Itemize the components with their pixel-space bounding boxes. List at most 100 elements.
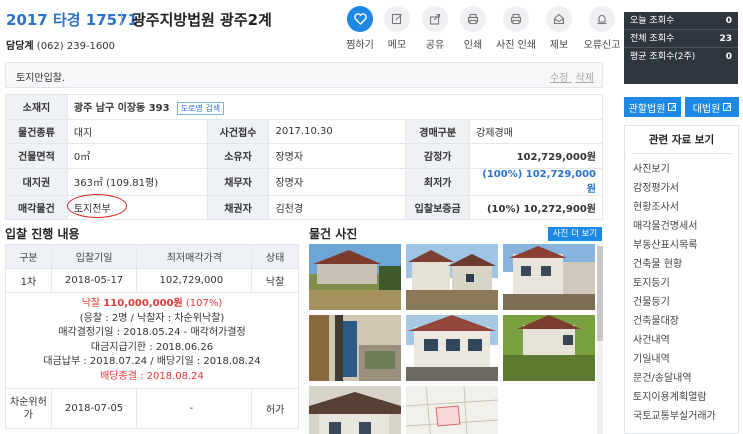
sale-object-value: 토지전부 [66, 193, 127, 218]
supreme-court-button[interactable]: 대법원 ↗ [685, 97, 739, 117]
related-link[interactable]: 국토교통부실거래가 [633, 407, 738, 426]
winning-bid-amount: 110,000,000원 [103, 298, 183, 309]
photo-print-button[interactable]: 사진 인쇄 [492, 6, 540, 51]
related-link[interactable]: 토지등기 [633, 274, 738, 293]
min-price-label: 최저가 [405, 167, 471, 196]
winning-bid-line: 낙찰 110,000,000원 (107%) [6, 297, 298, 312]
bldg-area-label: 건물면적 [5, 143, 68, 169]
bid-detail-row: 낙찰 110,000,000원 (107%) (응찰 : 2명 / 낙찰자 : … [5, 292, 299, 389]
related-link[interactable]: 사건내역 [633, 331, 738, 350]
print-label: 인쇄 [463, 40, 483, 51]
auction-kind-value: 강제경매 [469, 118, 603, 144]
photo-grid [309, 244, 595, 434]
memo-delete-link[interactable]: 삭제 [576, 73, 594, 84]
memo-label: 메모 [387, 40, 407, 51]
photo-print-icon [503, 6, 529, 32]
related-docs-list: 사진보기 감정평가서 현황조사서 매각물건명세서 부동산표시목록 건축물 현황 … [625, 154, 738, 426]
related-link[interactable]: 건축물대장 [633, 312, 738, 331]
bid-row-2-date: 2018-07-05 [50, 388, 138, 429]
land-right-value: 363㎡ (109.81평) [66, 167, 208, 196]
min-price-value: (100%) 102,729,000원 [469, 167, 603, 196]
court-site-label: 관할법원 [628, 103, 666, 115]
court-site-button[interactable]: 관할법원 ↗ [624, 97, 681, 117]
property-photo[interactable] [309, 386, 401, 434]
supreme-site-label: 대법원 [692, 103, 721, 115]
photo-scrollbar[interactable] [597, 244, 603, 434]
road-search-button[interactable]: 도로명 검색 [176, 101, 225, 115]
related-link[interactable]: 감정평가서 [633, 179, 738, 198]
favorite-button[interactable]: 찜하기 [342, 6, 378, 51]
share-button[interactable]: 공유 [416, 6, 454, 51]
creditor-value: 김천경 [268, 194, 407, 220]
sale-object-cell: 토지전부 [66, 193, 208, 220]
related-link[interactable]: 기일내역 [633, 350, 738, 369]
sale-object-label: 매각물건 [5, 194, 68, 220]
report-button[interactable]: 제보 [540, 6, 578, 51]
bid-row-1-status: 낙찰 [251, 268, 299, 293]
property-map-image[interactable] [406, 386, 498, 434]
related-link[interactable]: 건축물 현황 [633, 255, 738, 274]
memo-edit-link[interactable]: 수정 [550, 73, 568, 84]
property-photo[interactable] [309, 244, 401, 310]
bid-col-status: 상태 [251, 244, 299, 269]
related-link[interactable]: 부동산표시목록 [633, 236, 738, 255]
bid-history-title: 입찰 진행 내용 [5, 227, 80, 241]
photo-scrollbar-thumb[interactable] [597, 246, 603, 341]
related-link[interactable]: 건물등기 [633, 293, 738, 312]
title-divider [121, 12, 122, 26]
memo-text: 토지만입찰. [16, 73, 66, 84]
memo-button[interactable]: 메모 [378, 6, 416, 51]
print-button[interactable]: 인쇄 [454, 6, 492, 51]
favorite-label: 찜하기 [346, 40, 374, 51]
filed-label: 사건접수 [206, 118, 270, 144]
info-row-land: 대지권 363㎡ (109.81평) 채무자 장명자 최저가 (100%) 10… [5, 167, 603, 196]
external-link-icon: ↗ [723, 103, 732, 112]
property-photo[interactable] [503, 315, 595, 381]
related-link[interactable]: 문건/송달내역 [633, 369, 738, 388]
info-row-type: 물건종류 대지 사건접수 2017.10.30 경매구분 강제경매 [5, 118, 603, 144]
creditor-label: 채권자 [206, 194, 270, 220]
share-label: 공유 [425, 40, 445, 51]
related-docs-title: 관련 자료 보기 [631, 126, 732, 154]
stat-total: 전체 조회수 23 [624, 30, 738, 48]
bid-col-type: 구분 [5, 244, 52, 269]
photo-print-label: 사진 인쇄 [496, 40, 536, 51]
winning-bid-pct: (107%) [182, 298, 223, 309]
action-toolbar: 찜하기 메모 공유 인쇄 사진 인쇄 제보 오류신고 [342, 6, 626, 51]
related-docs-panel: 관련 자료 보기 사진보기 감정평가서 현황조사서 매각물건명세서 부동산표시목… [624, 125, 739, 434]
bid-col-min-price: 최저매각가격 [136, 244, 253, 269]
property-photo[interactable] [406, 315, 498, 381]
related-link[interactable]: 사진보기 [633, 160, 738, 179]
related-link[interactable]: 현황조사서 [633, 198, 738, 217]
bid-row-2: 차순위허가 2018-07-05 - 허가 [5, 388, 299, 429]
bid-detail-line: 대금지급기한 : 2018.06.26 [90, 341, 214, 353]
bid-detail-line: 대금납부 : 2018.07.24 / 배당기일 : 2018.08.24 [43, 356, 261, 367]
property-photo[interactable] [309, 315, 401, 381]
report-icon [546, 6, 572, 32]
deposit-label: 입찰보증금 [405, 194, 471, 220]
land-right-label: 대지권 [5, 167, 68, 196]
dividend-end-line: 배당종결 : 2018.08.24 [100, 370, 204, 382]
bid-row-1-type: 1차 [5, 268, 52, 293]
memo-actions: 수정 삭제 [546, 69, 594, 84]
stat-today: 오늘 조회수 0 [624, 12, 738, 30]
court-name: 광주지방법원 광주2계 [132, 11, 272, 29]
bid-row-2-price: - [136, 388, 253, 429]
error-report-button[interactable]: 오류신고 [578, 6, 626, 51]
owner-label: 소유자 [206, 143, 270, 169]
stat-avg-label: 평균 조회수(2주) [630, 52, 696, 62]
related-link[interactable]: 토지이용계획열람 [633, 388, 738, 407]
auction-detail-page: 2017 타경 17571 광주지방법원 광주2계 담당계 (062) 239-… [0, 0, 743, 434]
address-value: 광주 남구 이장동 393 [73, 102, 170, 114]
case-number: 2017 타경 17571 [6, 11, 138, 29]
winning-bid-prefix: 낙찰 [81, 298, 104, 309]
property-photo[interactable] [503, 244, 595, 310]
more-photos-button[interactable]: 사진 더 보기 [548, 227, 602, 241]
stat-total-label: 전체 조회수 [630, 34, 675, 44]
address-cell: 광주 남구 이장동 393 도로명 검색 [66, 94, 604, 120]
appraisal-value: 102,729,000원 [469, 143, 603, 169]
related-link[interactable]: 매각물건명세서 [633, 217, 738, 236]
bid-detail-line: (응찰 : 2명 / 낙찰자 : 차순위낙찰) [79, 312, 225, 324]
bldg-area-value: 0㎡ [66, 143, 208, 169]
property-photo[interactable] [406, 244, 498, 310]
